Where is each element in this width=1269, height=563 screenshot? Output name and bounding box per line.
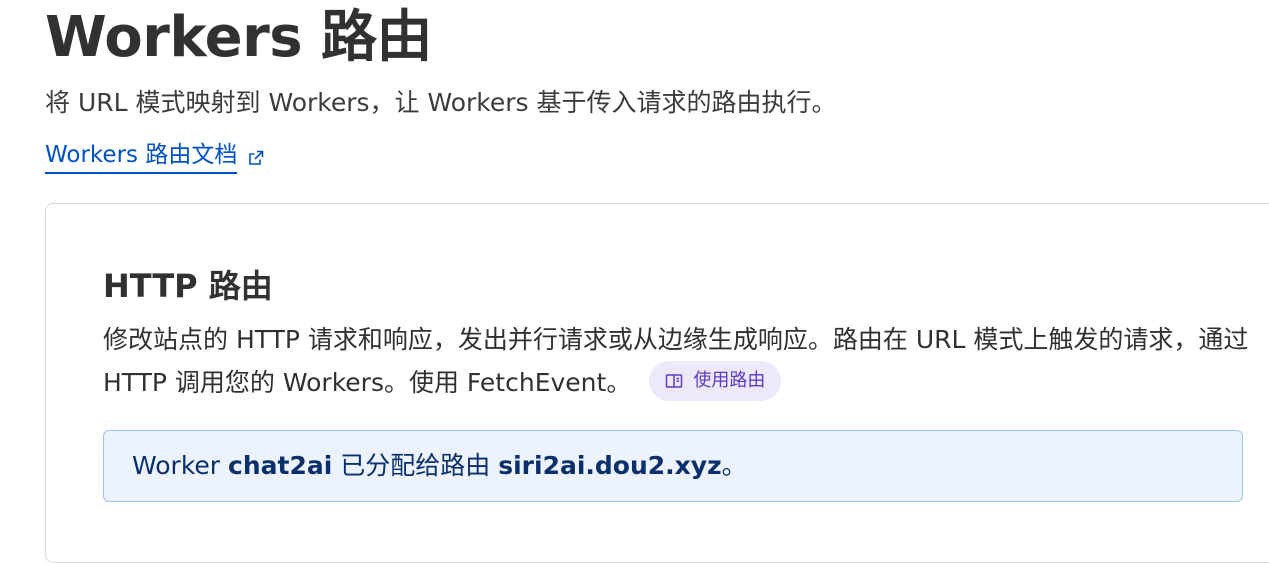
book-icon: [665, 373, 683, 389]
page-description: 将 URL 模式映射到 Workers，让 Workers 基于传入请求的路由执…: [45, 88, 837, 117]
worker-route-info-banner: Worker chat2ai 已分配给路由 siri2ai.dou2.xyz。: [103, 430, 1243, 502]
info-middle: 已分配给路由: [332, 451, 499, 480]
http-routes-description: 修改站点的 HTTP 请求和响应，发出并行请求或从边缘生成响应。路由在 URL …: [103, 318, 1253, 404]
http-routes-card: HTTP 路由 修改站点的 HTTP 请求和响应，发出并行请求或从边缘生成响应。…: [45, 203, 1269, 563]
usage-routes-button[interactable]: 使用路由: [649, 361, 782, 401]
info-prefix: Worker: [132, 451, 229, 480]
info-suffix: 。: [721, 451, 747, 480]
http-routes-title: HTTP 路由: [103, 267, 273, 305]
route-name: siri2ai.dou2.xyz: [498, 451, 722, 480]
workers-routes-docs-link[interactable]: Workers 路由文档: [45, 139, 265, 174]
page-title: Workers 路由: [45, 5, 433, 70]
docs-link-label: Workers 路由文档: [45, 139, 238, 174]
worker-name: chat2ai: [228, 451, 333, 480]
usage-routes-label: 使用路由: [693, 370, 766, 391]
external-link-icon: [247, 147, 265, 167]
